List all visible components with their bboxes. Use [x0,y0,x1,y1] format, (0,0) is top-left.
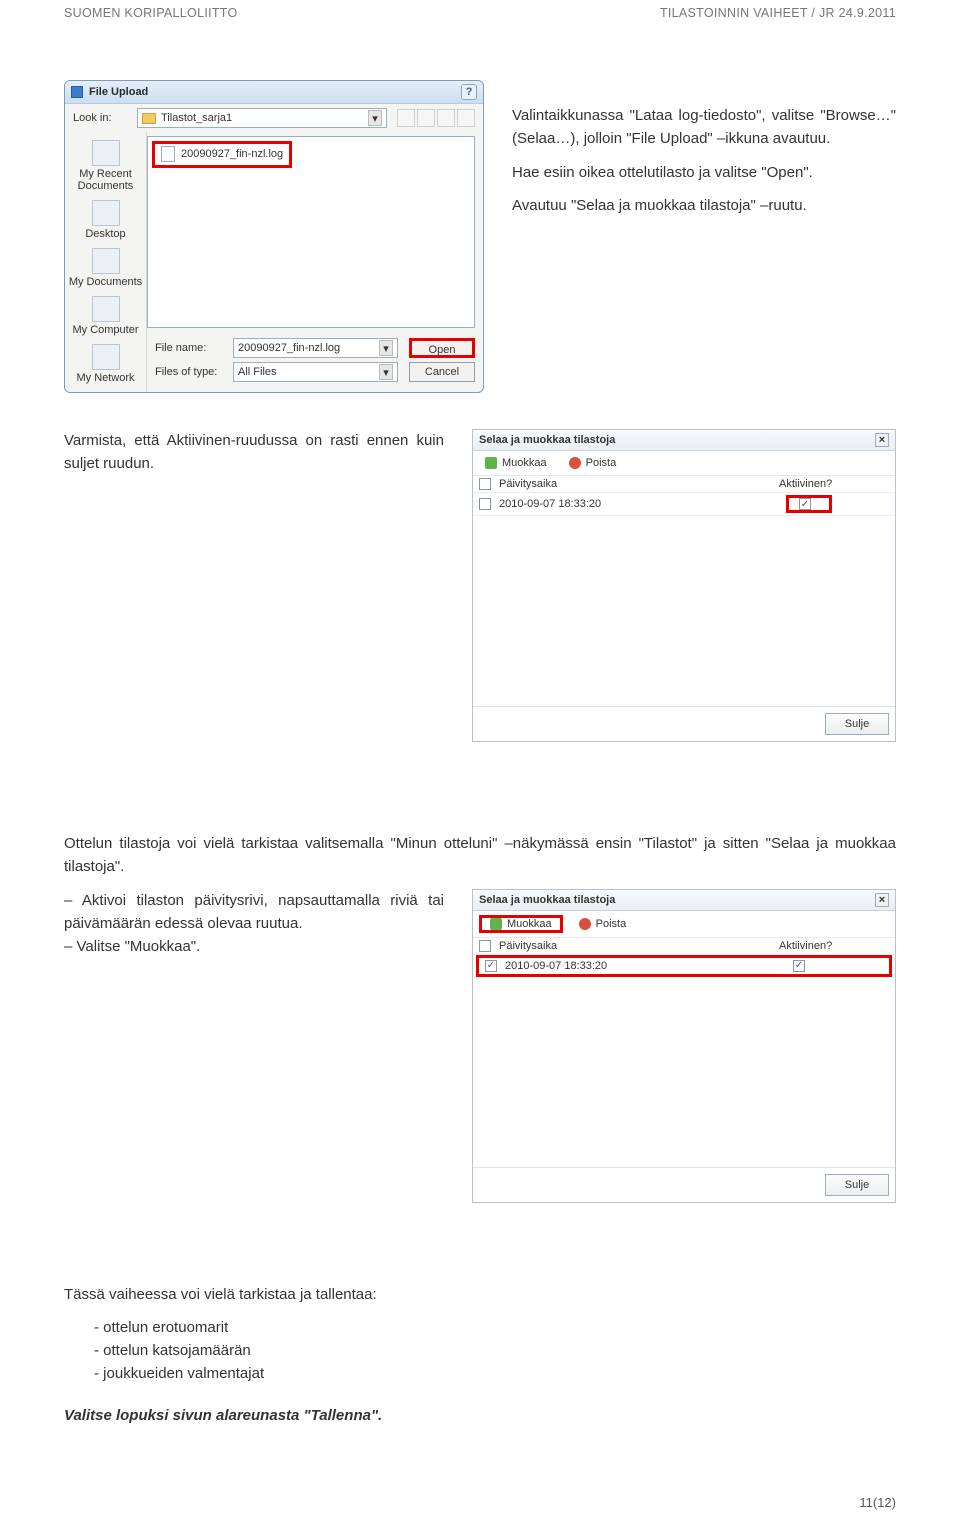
paragraph-7: Valitse lopuksi sivun alareunasta "Talle… [64,1404,896,1427]
window-icon [71,86,83,98]
sidebar-mydocs[interactable]: My Documents [65,244,146,292]
col-header-active: Aktiivinen? [779,940,889,952]
bullet-item: Valitse "Muokkaa". [64,935,444,958]
sidebar-mycomputer[interactable]: My Computer [65,292,146,340]
help-icon[interactable]: ? [461,84,477,100]
open-button[interactable]: Open [409,338,475,358]
muokkaa-button[interactable]: Muokkaa [484,916,558,932]
row-checkbox[interactable]: ✓ [485,960,497,972]
plus-icon [485,457,497,469]
file-name-value: 20090927_fin-nzl.log [238,342,340,354]
file-upload-title: File Upload [89,86,148,98]
folder-icon [142,113,156,124]
plus-icon [490,918,502,930]
sidebar-recent[interactable]: My Recent Documents [65,136,146,196]
documents-icon [92,248,120,274]
paragraph-3: Avautuu "Selaa ja muokkaa tilastoja" –ru… [512,194,896,217]
new-folder-icon[interactable] [437,109,455,127]
col-header-date: Päivitysaika [499,478,779,490]
stats-list-area [473,977,895,1167]
computer-icon [92,296,120,322]
bullet-list-1: Aktivoi tilaston päivitysrivi, napsautta… [64,889,444,959]
highlight-selected-file: 20090927_fin-nzl.log [152,141,292,168]
chevron-down-icon: ▾ [379,340,393,356]
doc-header-left: SUOMEN KORIPALLOLIITTO [64,6,238,20]
file-name-label: File name: [155,342,227,354]
recent-icon [92,140,120,166]
row-checkbox[interactable] [479,498,491,510]
sulje-button[interactable]: Sulje [825,1174,889,1196]
stats-list-area [473,516,895,706]
row-date: 2010-09-07 18:33:20 [499,498,779,510]
file-type-label: Files of type: [155,366,227,378]
header-checkbox[interactable] [479,478,491,490]
stats-dialog-1: Selaa ja muokkaa tilastoja × Muokkaa Poi… [472,429,896,742]
file-name: 20090927_fin-nzl.log [181,148,283,160]
bullet-item: ottelun erotuomarit [94,1316,896,1339]
cancel-button[interactable]: Cancel [409,362,475,382]
chevron-down-icon: ▾ [368,110,382,126]
look-in-label: Look in: [73,112,131,124]
page-number: 11(12) [859,1495,896,1510]
file-list[interactable]: 20090927_fin-nzl.log [147,136,475,328]
paragraph-4: Varmista, että Aktiivinen-ruudussa on ra… [64,429,444,476]
stats-row[interactable]: ✓ 2010-09-07 18:33:20 ✓ [476,955,892,977]
paragraph-5: Ottelun tilastoja voi vielä tarkistaa va… [64,832,896,879]
close-icon[interactable]: × [875,433,889,447]
sidebar-desktop[interactable]: Desktop [65,196,146,244]
bullet-item: Aktivoi tilaston päivitysrivi, napsautta… [64,889,444,936]
chevron-down-icon: ▾ [379,364,393,380]
look-in-dropdown[interactable]: Tilastot_sarja1 ▾ [137,108,387,128]
stats-dialog-title: Selaa ja muokkaa tilastoja [479,434,615,446]
active-checkbox[interactable]: ✓ [799,498,811,510]
file-item[interactable]: 20090927_fin-nzl.log [157,144,287,164]
row-date: 2010-09-07 18:33:20 [505,960,773,972]
look-in-value: Tilastot_sarja1 [161,112,232,124]
file-type-value: All Files [238,366,277,378]
col-header-active: Aktiivinen? [779,478,889,490]
header-checkbox[interactable] [479,940,491,952]
desktop-icon [92,200,120,226]
col-header-date: Päivitysaika [499,940,779,952]
highlight-muokkaa: Muokkaa [479,915,563,933]
network-icon [92,344,120,370]
stats-dialog-title: Selaa ja muokkaa tilastoja [479,894,615,906]
highlight-active-cell: ✓ [786,495,832,513]
doc-header-right: TILASTOINNIN VAIHEET / JR 24.9.2011 [660,6,896,20]
file-name-input[interactable]: 20090927_fin-nzl.log ▾ [233,338,398,358]
active-checkbox[interactable]: ✓ [793,960,805,972]
minus-icon [569,457,581,469]
file-icon [161,146,175,162]
bullet-item: joukkueiden valmentajat [94,1362,896,1385]
close-icon[interactable]: × [875,893,889,907]
paragraph-2: Hae esiin oikea ottelutilasto ja valitse… [512,161,896,184]
sidebar-network[interactable]: My Network [65,340,146,388]
minus-icon [579,918,591,930]
nav-up-icon[interactable] [417,109,435,127]
poista-button[interactable]: Poista [573,915,633,933]
file-type-dropdown[interactable]: All Files ▾ [233,362,398,382]
bullet-item: ottelun katsojamäärän [94,1339,896,1362]
sulje-button[interactable]: Sulje [825,713,889,735]
poista-button[interactable]: Poista [563,455,623,471]
nav-back-icon[interactable] [397,109,415,127]
stats-row[interactable]: 2010-09-07 18:33:20 ✓ [473,493,895,516]
muokkaa-button[interactable]: Muokkaa [479,455,553,471]
paragraph-1: Valintaikkunassa "Lataa log-tiedosto", v… [512,104,896,151]
file-upload-dialog: File Upload ? Look in: Tilastot_sarja1 ▾ [64,80,484,393]
stats-dialog-2: Selaa ja muokkaa tilastoja × Muokkaa Poi… [472,889,896,1203]
bullet-list-2: ottelun erotuomarit ottelun katsojamäärä… [94,1316,896,1386]
paragraph-6: Tässä vaiheessa voi vielä tarkistaa ja t… [64,1283,896,1306]
view-menu-icon[interactable] [457,109,475,127]
